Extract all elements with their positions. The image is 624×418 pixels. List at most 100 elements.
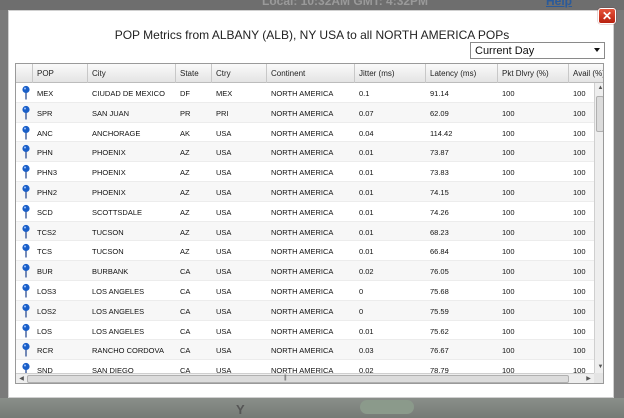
chevron-down-icon bbox=[594, 48, 600, 52]
cell-pkt-dlvry: 100 bbox=[502, 326, 515, 336]
table-row[interactable]: TCS TUCSON AZ USA NORTH AMERICA 0.01 66.84 100 1… bbox=[16, 241, 603, 262]
table-row[interactable]: BUR BURBANK CA USA NORTH AMERICA 0.02 76.05 100… bbox=[16, 261, 603, 281]
cell-continent: NORTH AMERICA bbox=[271, 227, 334, 237]
cell-ctry: USA bbox=[216, 168, 232, 178]
cell-state: AZ bbox=[180, 247, 190, 257]
cell-state: CA bbox=[180, 346, 191, 356]
table-body: MEX CIUDAD DE MEXICO DF MEX NORTH AMERICA 0.1… bbox=[16, 83, 603, 380]
cell-latency: 75.62 bbox=[430, 326, 449, 336]
cell-city: PHOENIX bbox=[92, 168, 126, 178]
cell-latency: 74.26 bbox=[430, 207, 449, 217]
table-row[interactable]: ANC ANCHORAGE AK USA NORTH AMERICA 0.04 114.42… bbox=[16, 123, 603, 143]
cell-city: TUCSON bbox=[92, 247, 124, 257]
cell-state: AZ bbox=[180, 187, 190, 197]
cell-pkt-dlvry: 100 bbox=[502, 267, 515, 277]
cell-ctry: USA bbox=[216, 128, 232, 138]
cell-continent: NORTH AMERICA bbox=[271, 128, 334, 138]
period-dropdown[interactable]: Current Day bbox=[470, 42, 605, 59]
cell-latency: 75.68 bbox=[430, 286, 449, 296]
cell-latency: 73.83 bbox=[430, 168, 449, 178]
cell-latency: 73.87 bbox=[430, 148, 449, 158]
cell-pkt-dlvry: 100 bbox=[502, 187, 515, 197]
header-avail[interactable]: Avail (%) bbox=[569, 64, 603, 83]
horizontal-scrollbar[interactable]: ◀ ||| ▶ bbox=[16, 373, 594, 383]
cell-jitter: 0.07 bbox=[359, 108, 374, 118]
cell-jitter: 0.01 bbox=[359, 168, 374, 178]
cell-pop: LOS3 bbox=[37, 286, 57, 296]
cell-pkt-dlvry: 100 bbox=[502, 346, 515, 356]
scroll-grip-icon: ||| bbox=[284, 375, 287, 381]
table-row[interactable]: MEX CIUDAD DE MEXICO DF MEX NORTH AMERICA 0.1… bbox=[16, 83, 603, 103]
cell-ctry: USA bbox=[216, 286, 232, 296]
scroll-up-icon[interactable]: ▲ bbox=[596, 84, 603, 93]
header-pkt-dlvry[interactable]: Pkt Dlvry (%) bbox=[498, 64, 569, 83]
cell-latency: 75.59 bbox=[430, 306, 449, 316]
header-ctry[interactable]: Ctry bbox=[212, 64, 267, 83]
scroll-down-icon[interactable]: ▼ bbox=[596, 363, 603, 372]
cell-pop: TCS bbox=[37, 247, 52, 257]
cell-city: BURBANK bbox=[92, 267, 129, 277]
cell-city: SCOTTSDALE bbox=[92, 207, 143, 217]
cell-continent: NORTH AMERICA bbox=[271, 168, 334, 178]
table-row[interactable]: RCR RANCHO CORDOVA CA USA NORTH AMERICA 0.03 7… bbox=[16, 340, 603, 361]
table-row[interactable]: LOS2 LOS ANGELES CA USA NORTH AMERICA 0 75.59 1… bbox=[16, 300, 603, 321]
cell-state: DF bbox=[180, 89, 190, 98]
table-row[interactable]: LOS3 LOS ANGELES CA USA NORTH AMERICA 0 75.68 1… bbox=[16, 281, 603, 301]
scrollbar-corner bbox=[594, 373, 603, 383]
cell-pkt-dlvry: 100 bbox=[502, 168, 515, 178]
cell-pkt-dlvry: 100 bbox=[502, 108, 515, 118]
header-state[interactable]: State bbox=[176, 64, 212, 83]
cell-jitter: 0.01 bbox=[359, 247, 374, 257]
horizontal-scroll-thumb[interactable] bbox=[27, 375, 569, 383]
table-row[interactable]: LOS LOS ANGELES CA USA NORTH AMERICA 0.01 75.6… bbox=[16, 321, 603, 341]
cell-pkt-dlvry: 100 bbox=[502, 286, 515, 296]
cell-city: SAN JUAN bbox=[92, 108, 130, 118]
cell-city: TUCSON bbox=[92, 227, 124, 237]
header-city[interactable]: City bbox=[88, 64, 176, 83]
header-jitter[interactable]: Jitter (ms) bbox=[355, 64, 426, 83]
table-row[interactable]: PHN3 PHOENIX AZ USA NORTH AMERICA 0.01 73.83 10… bbox=[16, 162, 603, 182]
cell-latency: 66.84 bbox=[430, 247, 449, 257]
cell-state: CA bbox=[180, 267, 191, 277]
vertical-scrollbar[interactable]: ▲ ▼ bbox=[594, 83, 603, 373]
table-row[interactable]: SCD SCOTTSDALE AZ USA NORTH AMERICA 0.01 74.26… bbox=[16, 202, 603, 222]
cell-latency: 62.09 bbox=[430, 108, 449, 118]
metrics-table: POP City State Ctry Continent Jitter (ms… bbox=[15, 63, 604, 384]
cell-city: CIUDAD DE MEXICO bbox=[92, 89, 165, 98]
table-row[interactable]: PHN PHOENIX AZ USA NORTH AMERICA 0.01 73.87 100… bbox=[16, 142, 603, 163]
cell-jitter: 0.02 bbox=[359, 267, 374, 277]
close-button[interactable]: ✕ bbox=[598, 8, 616, 24]
cell-city: LOS ANGELES bbox=[92, 286, 145, 296]
cell-jitter: 0.01 bbox=[359, 326, 374, 336]
cell-jitter: 0.03 bbox=[359, 346, 374, 356]
pop-metrics-dialog: POP Metrics from ALBANY (ALB), NY USA to… bbox=[8, 10, 614, 398]
vertical-scroll-thumb[interactable] bbox=[596, 96, 603, 132]
help-link[interactable]: Help bbox=[546, 0, 572, 8]
cell-jitter: 0.01 bbox=[359, 227, 374, 237]
cell-continent: NORTH AMERICA bbox=[271, 326, 334, 336]
scroll-left-icon[interactable]: ◀ bbox=[17, 375, 26, 383]
header-latency[interactable]: Latency (ms) bbox=[426, 64, 498, 83]
table-row[interactable]: SPR SAN JUAN PR PRI NORTH AMERICA 0.07 62.09 10… bbox=[16, 102, 603, 123]
cell-city: PHOENIX bbox=[92, 148, 126, 158]
background-header: Local: 10:32AM GMT: 4:32PM Help bbox=[0, 0, 624, 10]
dialog-title: POP Metrics from ALBANY (ALB), NY USA to… bbox=[114, 28, 510, 42]
header-continent[interactable]: Continent bbox=[267, 64, 355, 83]
header-pop[interactable]: POP bbox=[33, 64, 88, 83]
period-dropdown-value: Current Day bbox=[475, 45, 535, 57]
table-row[interactable]: TCS2 TUCSON AZ USA NORTH AMERICA 0.01 68.23 100… bbox=[16, 221, 603, 242]
cell-continent: NORTH AMERICA bbox=[271, 207, 334, 217]
cell-ctry: USA bbox=[216, 306, 232, 316]
close-icon: ✕ bbox=[601, 9, 613, 23]
table-row[interactable]: PHN2 PHOENIX AZ USA NORTH AMERICA 0.01 74.15 10… bbox=[16, 181, 603, 202]
scroll-right-icon[interactable]: ▶ bbox=[584, 375, 593, 383]
cell-ctry: USA bbox=[216, 247, 232, 257]
cell-ctry: PRI bbox=[216, 108, 229, 118]
cell-continent: NORTH AMERICA bbox=[271, 148, 334, 158]
cell-pop: SCD bbox=[37, 207, 53, 217]
cell-pop: ANC bbox=[37, 128, 53, 138]
cell-ctry: MEX bbox=[216, 89, 233, 98]
cell-ctry: USA bbox=[216, 187, 232, 197]
cell-city: RANCHO CORDOVA bbox=[92, 346, 164, 356]
cell-city: LOS ANGELES bbox=[92, 326, 145, 336]
